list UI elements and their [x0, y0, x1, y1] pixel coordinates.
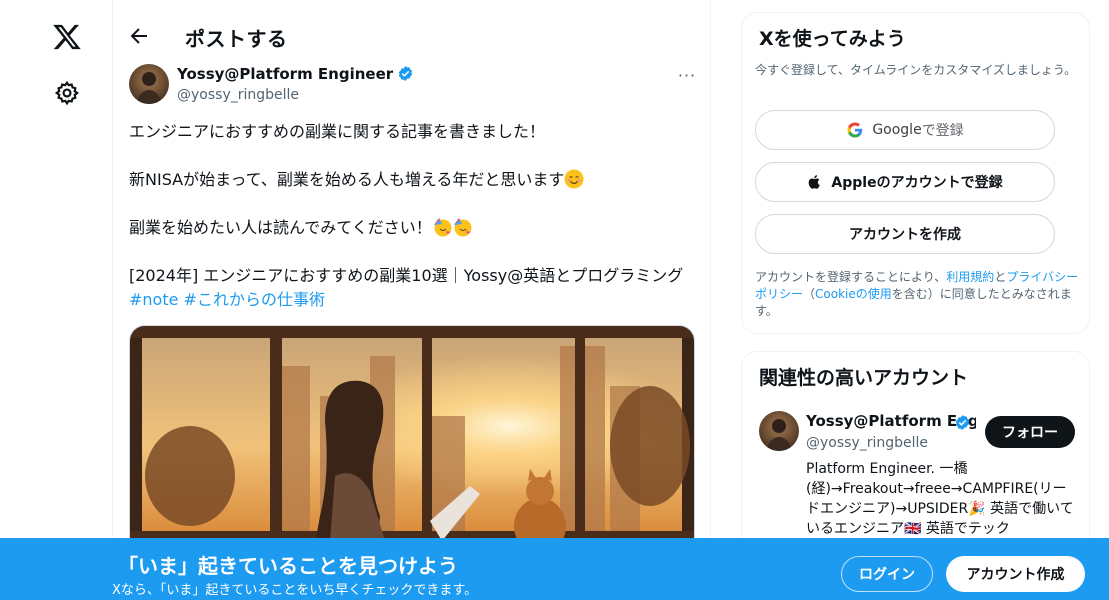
verified-badge-icon	[955, 415, 970, 430]
more-options-icon[interactable]: ···	[675, 66, 699, 90]
banner-subtitle: Xなら、「いま」起きていることをいち早くチェックできます。	[112, 583, 478, 598]
verified-badge-icon	[399, 66, 413, 81]
tweet-author: Yossy@Platform Engineer @yossy_ringbelle…	[129, 64, 699, 108]
related-account-bio: Platform Engineer. 一橋(経)→Freakout→freee→…	[806, 461, 1074, 537]
left-nav	[0, 0, 112, 600]
create-account-button[interactable]: アカウントを作成	[755, 214, 1055, 254]
google-signup-button[interactable]: Google で登録	[755, 110, 1055, 150]
signup-card: Xを使ってみよう 今すぐ登録して、タイムラインをカスタマイズしましょう。 Goo…	[741, 12, 1090, 334]
banner-title: 「いま」起きていることを見つけよう	[118, 554, 458, 578]
partying-face-icon	[453, 218, 472, 237]
tweet-line: エンジニアにおすすめの副業に関する記事を書きました！	[129, 122, 546, 141]
related-account-handle[interactable]: @yossy_ringbelle	[806, 435, 928, 451]
avatar[interactable]	[759, 411, 799, 451]
tweet-line: 副業を始めたい人は読んでみてください！	[129, 216, 699, 240]
page-title: ポストする	[185, 27, 288, 51]
signup-subtitle: 今すぐ登録して、タイムラインをカスタマイズしましょう。	[755, 63, 1077, 77]
follow-button[interactable]: フォロー	[985, 416, 1075, 448]
signup-button[interactable]: アカウント作成	[946, 556, 1085, 592]
login-button[interactable]: ログイン	[841, 556, 933, 592]
related-account-name[interactable]: Yossy@Platform Engineer	[806, 412, 976, 430]
apple-signup-button[interactable]: Appleのアカウントで登録	[755, 162, 1055, 202]
cookie-link[interactable]: Cookieの使用	[815, 287, 892, 301]
top-bar: ポストする	[113, 14, 710, 58]
tweet-text: エンジニアにおすすめの副業に関する記事を書きました！ 新NISAが始まって、副業…	[129, 120, 699, 312]
related-title: 関連性の高いアカウント	[759, 367, 969, 389]
main-column: ポストする Yossy@Platform Engineer @yossy_rin…	[112, 0, 711, 600]
hashtag-link[interactable]: #これからの仕事術	[184, 290, 325, 309]
bottom-signup-banner: 「いま」起きていることを見つけよう Xなら、「いま」起きていることをいち早くチェ…	[0, 538, 1109, 600]
avatar[interactable]	[129, 64, 169, 104]
smiling-face-icon	[564, 169, 584, 189]
tweet-line: [2024年] エンジニアにおすすめの副業10選｜Yossy@英語とプログラミン…	[129, 266, 684, 309]
author-handle[interactable]: @yossy_ringbelle	[177, 87, 299, 103]
tweet-line: 新NISAが始まって、副業を始める人も増える年だと思います	[129, 168, 699, 192]
apple-icon	[809, 175, 821, 189]
x-logo-icon[interactable]	[52, 22, 82, 52]
google-icon	[847, 122, 863, 138]
terms-link[interactable]: 利用規約	[946, 270, 994, 284]
gear-icon[interactable]	[54, 80, 80, 106]
terms-text: アカウントを登録することにより、利用規約とプライバシーポリシー（Cookieの使…	[755, 270, 1079, 318]
partying-face-icon	[433, 218, 452, 237]
hashtag-link[interactable]: #note	[129, 290, 178, 309]
signup-title: Xを使ってみよう	[759, 28, 906, 50]
arrow-left-icon[interactable]	[127, 24, 151, 48]
author-name[interactable]: Yossy@Platform Engineer	[177, 65, 414, 83]
